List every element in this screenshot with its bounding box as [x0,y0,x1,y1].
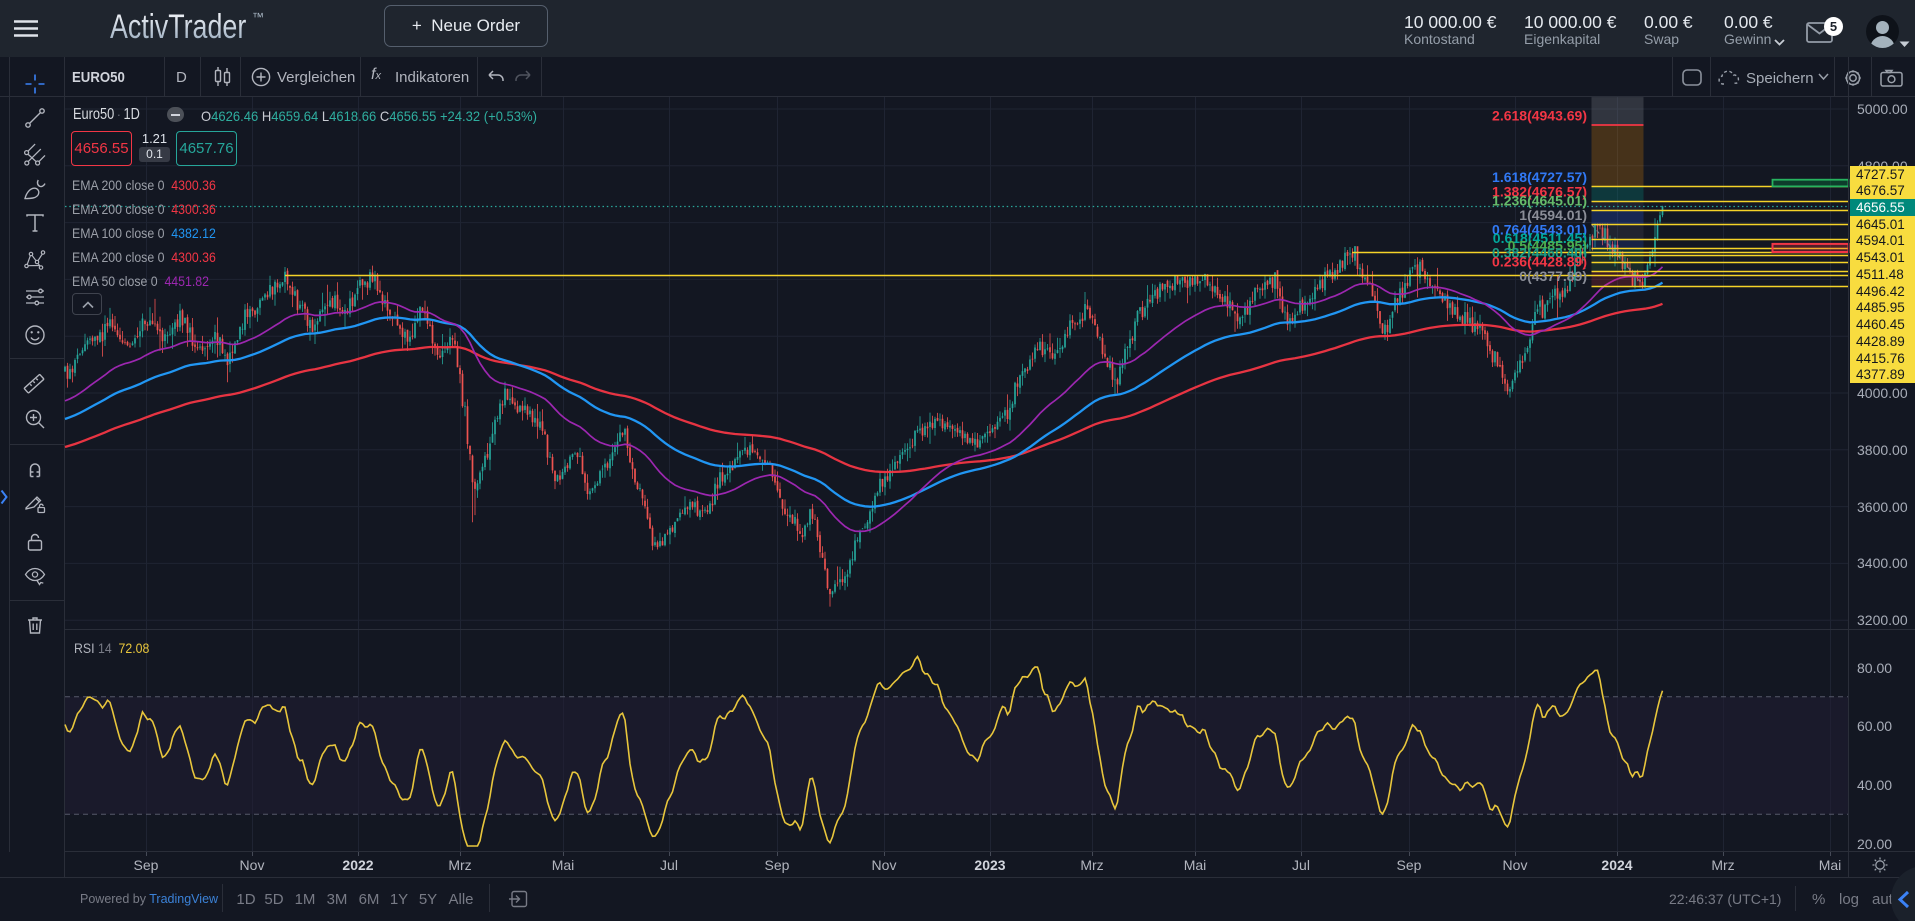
svg-text:2.618(4943.69): 2.618(4943.69) [1492,108,1587,124]
svg-text:0(4377.89): 0(4377.89) [1519,268,1587,284]
